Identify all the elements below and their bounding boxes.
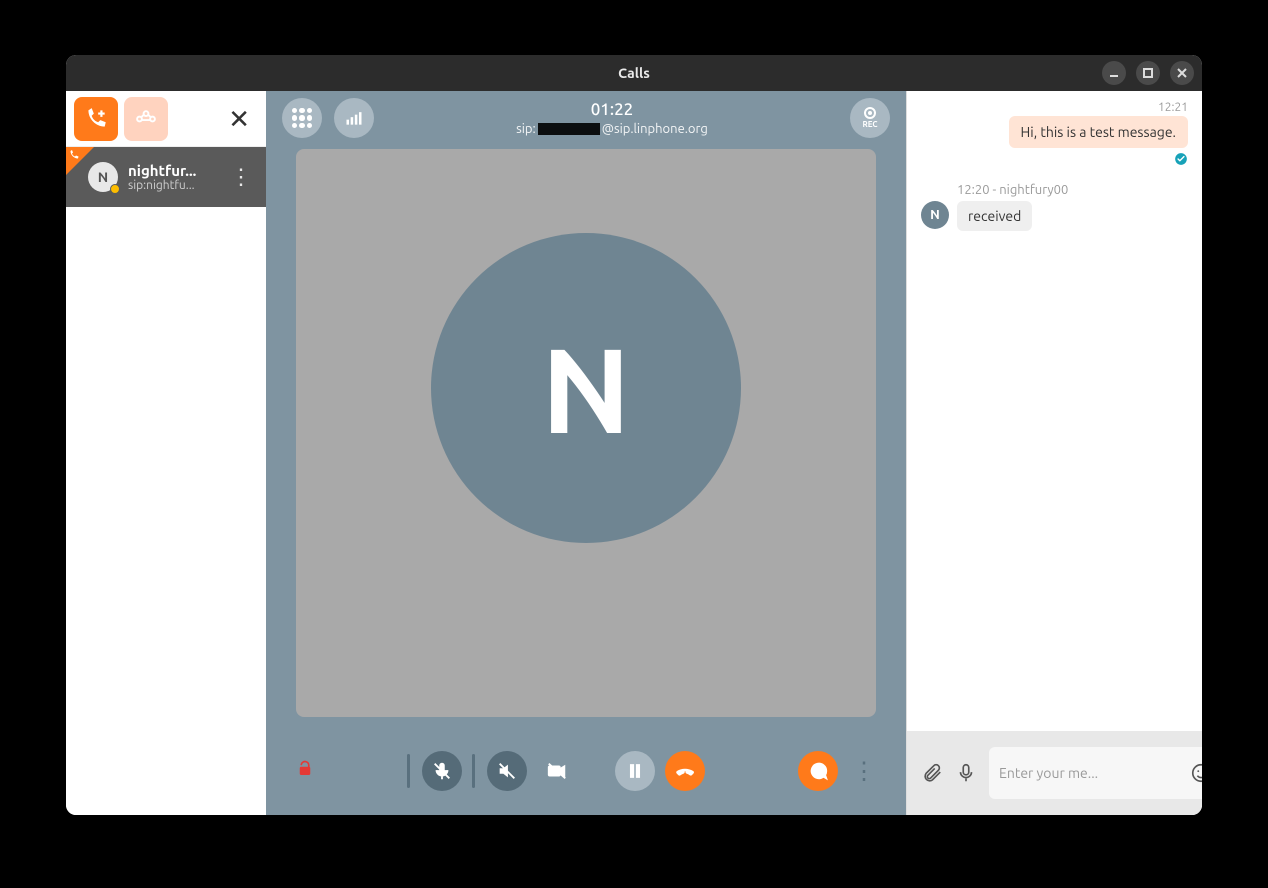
encryption-unlocked-icon[interactable]	[296, 759, 314, 783]
chat-input-bar	[907, 731, 1202, 815]
signal-quality-button[interactable]	[334, 98, 374, 138]
open-chat-button[interactable]	[798, 751, 838, 791]
outgoing-time: 12:21	[921, 101, 1188, 114]
emoji-button[interactable]	[1188, 760, 1202, 786]
call-sip-address: sip: @sip.linphone.org	[386, 121, 838, 137]
redacted-username	[538, 123, 600, 135]
mic-off-icon	[431, 760, 453, 782]
call-timer: 01:22	[386, 99, 838, 120]
dialpad-button[interactable]	[282, 98, 322, 138]
incoming-message: received	[957, 201, 1032, 231]
record-label: REC	[862, 120, 877, 129]
call-item-avatar: N	[88, 162, 118, 192]
separator	[407, 754, 410, 788]
speaker-off-icon	[496, 760, 518, 782]
call-item-avatar-initial: N	[98, 169, 108, 185]
maximize-button[interactable]	[1136, 61, 1160, 85]
call-sip-prefix: sip:	[516, 121, 536, 137]
right-controls: ⋮	[798, 751, 876, 791]
message-field[interactable]	[989, 747, 1202, 799]
mute-speaker-button[interactable]	[487, 751, 527, 791]
mic-icon	[955, 762, 977, 784]
chat-panel: 12:21 Hi, this is a test message. 12:20 …	[906, 91, 1202, 815]
call-item-menu-button[interactable]: ⋮	[224, 164, 258, 190]
chat-icon	[807, 760, 829, 782]
separator	[472, 754, 475, 788]
incoming-row: N received	[921, 201, 1188, 231]
mute-mic-button[interactable]	[422, 751, 462, 791]
center-controls	[407, 751, 705, 791]
paperclip-icon	[921, 762, 943, 784]
window-buttons	[1102, 61, 1194, 85]
close-window-button[interactable]	[1170, 61, 1194, 85]
remote-avatar: N	[431, 233, 741, 543]
camera-off-button[interactable]	[537, 751, 577, 791]
call-item-sip: sip:nightfu...	[128, 179, 224, 192]
app-window: Calls	[66, 55, 1202, 815]
call-controls: ⋮	[266, 727, 906, 815]
new-conference-button[interactable]	[124, 97, 168, 141]
call-item-name: nightfur...	[128, 162, 224, 179]
attach-button[interactable]	[921, 760, 943, 786]
pause-call-button[interactable]	[615, 751, 655, 791]
incoming-avatar-initial: N	[930, 208, 940, 222]
delivered-icon	[1174, 152, 1188, 169]
camera-off-icon	[546, 760, 568, 782]
more-options-button[interactable]: ⋮	[852, 757, 876, 785]
active-call-item[interactable]: N nightfur... sip:nightfu... ⋮	[66, 147, 266, 207]
call-panel-top: 01:22 sip: @sip.linphone.org REC	[266, 91, 906, 145]
hangup-icon	[674, 760, 696, 782]
outgoing-message: Hi, this is a test message.	[1009, 116, 1188, 148]
calls-sidebar: ✕ N nightfur... sip:nightfu... ⋮	[66, 91, 266, 815]
dialpad-icon	[292, 108, 312, 128]
call-panel: 01:22 sip: @sip.linphone.org REC N	[266, 91, 906, 815]
video-frame: N	[296, 149, 876, 717]
chat-messages: 12:21 Hi, this is a test message. 12:20 …	[907, 91, 1202, 731]
incoming-avatar: N	[921, 201, 949, 229]
hangup-button[interactable]	[665, 751, 705, 791]
call-item-text: nightfur... sip:nightfu...	[128, 162, 224, 192]
record-icon	[864, 107, 876, 119]
incoming-header: 12:20 - nightfury00	[957, 183, 1188, 197]
call-sip-suffix: @sip.linphone.org	[602, 121, 708, 137]
close-panel-button[interactable]: ✕	[220, 106, 258, 132]
emoji-icon	[1190, 762, 1202, 784]
window-title: Calls	[618, 65, 650, 81]
sidebar-toolbar: ✕	[66, 91, 266, 147]
message-input[interactable]	[999, 765, 1180, 781]
window-titlebar: Calls	[66, 55, 1202, 91]
remote-avatar-initial: N	[541, 321, 631, 456]
new-call-button[interactable]	[74, 97, 118, 141]
voice-message-button[interactable]	[955, 760, 977, 786]
pause-icon	[624, 760, 646, 782]
call-header: 01:22 sip: @sip.linphone.org	[386, 99, 838, 137]
signal-icon	[344, 108, 364, 128]
record-button[interactable]: REC	[850, 98, 890, 138]
minimize-button[interactable]	[1102, 61, 1126, 85]
